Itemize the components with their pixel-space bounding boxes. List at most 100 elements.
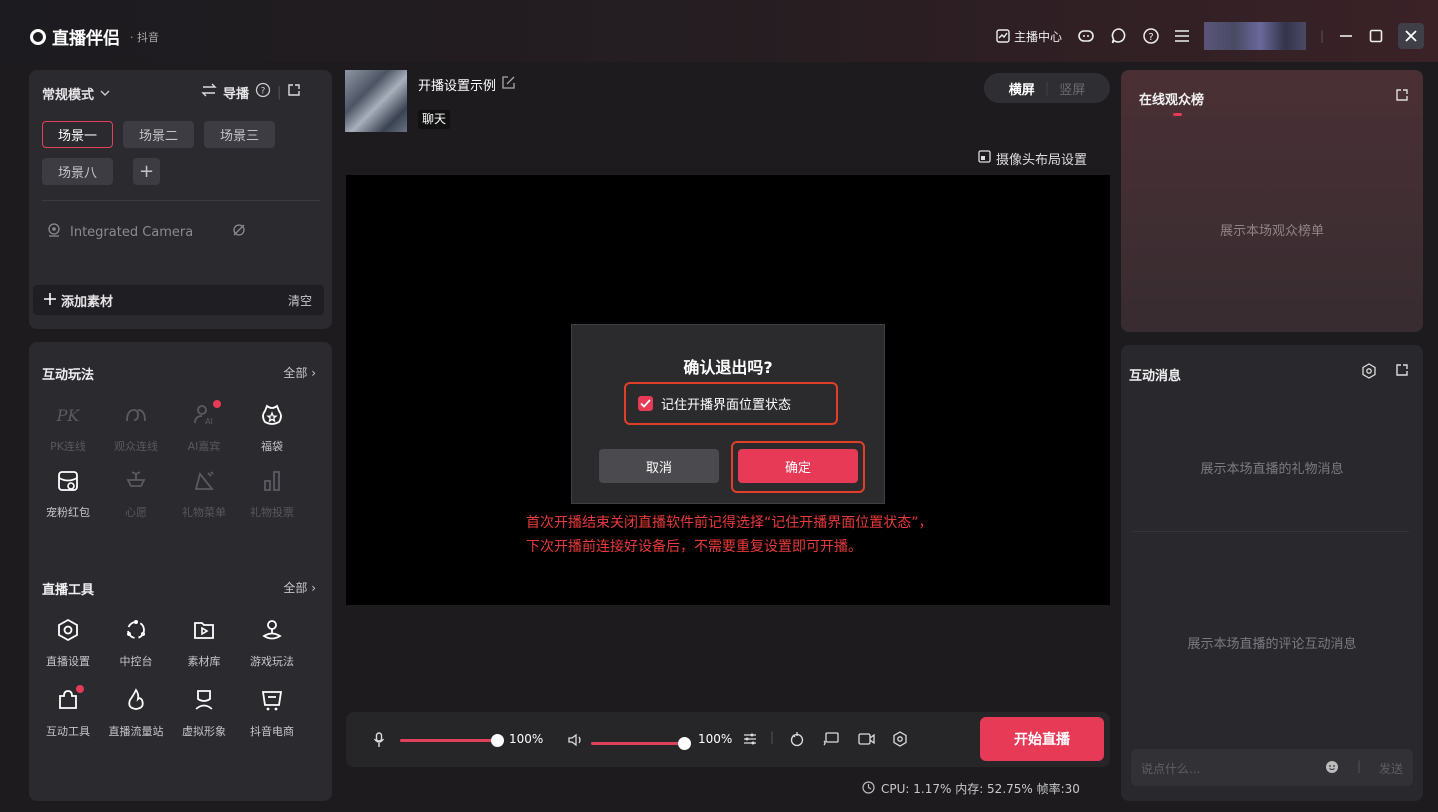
interactive-tools-tool[interactable]: 互动工具 [34,685,102,739]
traffic-station-label: 直播流量站 [108,725,164,738]
fan-red-packet-label: 宠粉红包 [46,506,90,519]
mode-label: 常规模式 [42,88,95,103]
virtual-avatar-tool[interactable]: 虚拟形象 [170,687,238,739]
slider-knob[interactable] [678,737,691,750]
confirm-button[interactable]: 确定 [738,449,858,483]
puzzle-icon [55,685,84,717]
game-controller-icon[interactable] [1076,26,1096,46]
gift-menu-tool[interactable]: 礼物菜单 [170,468,238,520]
clear-button[interactable]: 清空 [288,292,312,309]
camera-source[interactable]: Integrated Camera [46,222,247,242]
douyin-ecommerce-tool[interactable]: 抖音电商 [238,687,306,739]
ai-guest-tool[interactable]: AI AI嘉宾 [170,400,238,454]
screen-cast-icon[interactable] [823,731,840,751]
help-icon[interactable]: ? [1142,27,1160,45]
video-camera-icon[interactable] [858,731,875,751]
speaker-icon[interactable] [568,733,584,751]
scene-tab-1[interactable]: 场景一 [42,121,113,148]
game-play-tool[interactable]: 游戏玩法 [238,617,306,669]
joystick-icon [259,617,285,647]
control-center-tool[interactable]: 中控台 [102,617,170,669]
help-icon[interactable]: ? [255,82,271,102]
menu-icon[interactable] [1174,29,1190,43]
live-cover-thumbnail[interactable] [345,70,407,132]
scene-tab-3[interactable]: 场景三 [204,121,275,148]
traffic-station-tool[interactable]: 直播流量站 [102,687,170,739]
app-name: 直播伴侣 [52,29,120,49]
exit-confirm-dialog: 确认退出吗? 记住开播界面位置状态 取消 确定 [571,324,885,504]
scene-panel: 常规模式 导播 ? | 场景一 场景二 场景三 场景八 + Integrated… [29,70,332,329]
popout-icon[interactable] [1395,88,1409,106]
settings-icon[interactable] [1361,363,1377,383]
gift-vote-tool[interactable]: 礼物投票 [238,468,306,520]
live-title-area[interactable]: 开播设置示例 [418,75,515,94]
avatar-icon [191,687,217,717]
popout-icon[interactable] [287,83,301,101]
hint-line-1: 首次开播结束关闭直播软件前记得选择“记住开播界面位置状态”， [526,515,933,531]
divider: | [770,730,775,744]
remember-position-checkbox[interactable]: 记住开播界面位置状态 [638,394,791,413]
gift-empty-text: 展示本场直播的礼物消息 [1200,462,1344,477]
title-bar-actions: 主播中心 ? | [996,22,1424,50]
divider [1133,531,1409,532]
edit-icon[interactable] [502,76,515,93]
add-scene-button[interactable]: + [133,158,160,185]
wish-icon [123,468,149,498]
lucky-bag-icon [259,402,285,432]
pk-link-label: PK连线 [50,440,86,453]
audience-panel: 在线观众榜 展示本场观众榜单 [1121,70,1423,332]
interactive-all-link[interactable]: 全部 › [283,364,316,381]
mic-volume-slider[interactable] [400,734,504,747]
slider-knob[interactable] [491,734,504,747]
audience-link-tool[interactable]: 观众连线 [102,402,170,454]
gift-vote-label: 礼物投票 [250,506,294,519]
settings-hexagon-icon [55,617,81,647]
equalizer-icon[interactable] [743,732,757,750]
scene-tab-2[interactable]: 场景二 [123,121,194,148]
orientation-toggle: 横屏 | 竖屏 [984,73,1110,103]
gesture-icon[interactable] [789,731,805,751]
guide-toggle[interactable]: 导播 ? | [201,82,301,102]
eye-hidden-icon[interactable] [231,222,247,242]
mode-selector[interactable]: 常规模式 [42,84,110,103]
pk-link-tool[interactable]: PK PK连线 [34,402,102,454]
app-platform: · 抖音 [130,30,159,44]
close-icon[interactable] [1398,23,1424,49]
anchor-center-link[interactable]: 主播中心 [996,28,1062,45]
microphone-icon[interactable] [373,732,385,752]
material-library-label: 素材库 [187,655,221,668]
annotation-hint: 首次开播结束关闭直播软件前记得选择“记住开播界面位置状态”， 下次开播前连接好设… [526,511,933,559]
notification-dot [76,685,84,693]
fan-red-packet-tool[interactable]: 宠粉红包 [34,468,102,520]
layout-icon [978,150,991,167]
comment-input-box: 说点什么... | 发送 [1131,749,1413,786]
start-live-button[interactable]: 开始直播 [980,717,1104,761]
emoji-icon[interactable] [1325,760,1339,778]
maximize-icon[interactable] [1368,28,1384,44]
add-material-button[interactable]: 添加素材 [43,291,113,310]
minimize-icon[interactable] [1338,28,1354,44]
landscape-option[interactable]: 横屏 [1009,79,1035,98]
cancel-button[interactable]: 取消 [599,449,719,483]
portrait-option[interactable]: 竖屏 [1059,79,1085,98]
material-library-tool[interactable]: 素材库 [170,617,238,669]
scene-tab-8[interactable]: 场景八 [42,158,113,185]
comment-input[interactable]: 说点什么... [1141,760,1200,777]
popout-icon[interactable] [1395,363,1409,381]
interactive-title: 互动玩法 [42,368,95,383]
camera-layout-link[interactable]: 摄像头布局设置 [978,149,1087,168]
tools-all-label: 全部 [283,581,308,595]
category-tag[interactable]: 聊天 [418,110,451,129]
lucky-bag-tool[interactable]: 福袋 [238,402,306,454]
game-play-label: 游戏玩法 [250,655,294,668]
speaker-volume-slider[interactable] [591,737,691,750]
tools-all-link[interactable]: 全部 › [283,579,316,596]
virtual-avatar-label: 虚拟形象 [182,725,226,738]
send-button[interactable]: 发送 [1379,760,1403,777]
message-bubble-icon[interactable] [1110,27,1128,45]
wish-tool[interactable]: 心愿 [102,468,170,520]
audience-title[interactable]: 在线观众榜 [1139,89,1204,108]
settings-icon[interactable] [892,731,908,751]
live-settings-tool[interactable]: 直播设置 [34,617,102,669]
user-avatar[interactable] [1203,22,1306,50]
